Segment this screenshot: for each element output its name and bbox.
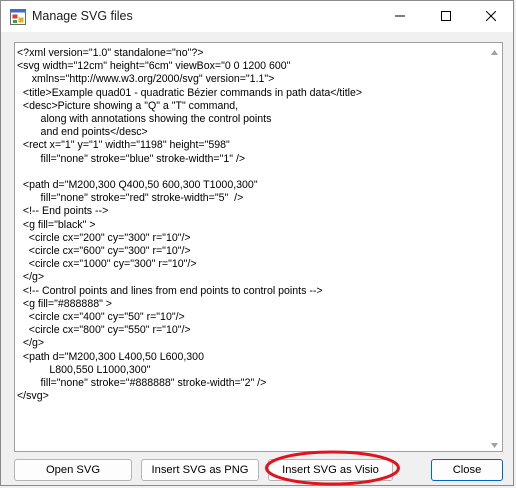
- maximize-icon: [440, 8, 451, 26]
- code-line: <!-- Control points and lines from end p…: [17, 284, 323, 297]
- code-line: <circle cx="400" cy="50" r="10"/>: [17, 311, 185, 324]
- code-line: <desc>Picture showing a "Q" a "T" comman…: [17, 99, 239, 112]
- code-line: <circle cx="200" cy="300" r="10"/>: [17, 231, 191, 244]
- code-line: <path d="M200,300 Q400,50 600,300 T1000,…: [17, 179, 258, 192]
- code-line: <circle cx="1000" cy="300" r="10"/>: [17, 258, 197, 271]
- scroll-down-arrow-icon: [491, 435, 498, 452]
- code-line: fill="none" stroke="blue" stroke-width="…: [17, 152, 246, 165]
- code-line: </g>: [17, 271, 45, 284]
- code-line: <rect x="1" y="1" width="1198" height="5…: [17, 139, 230, 152]
- close-button[interactable]: Close: [431, 459, 503, 481]
- svg-code-text[interactable]: <?xml version="1.0" standalone="no"?> <sv…: [17, 47, 487, 403]
- scroll-up-button[interactable]: [487, 43, 502, 58]
- close-window-button[interactable]: [468, 1, 513, 32]
- code-line: <?xml version="1.0" standalone="no"?>: [17, 47, 204, 59]
- code-line: <!-- End points -->: [17, 205, 109, 218]
- manage-svg-window: Manage SVG files <?xml version="1.0" sta…: [0, 0, 514, 486]
- app-icon: [10, 9, 26, 25]
- insert-svg-as-png-button[interactable]: Insert SVG as PNG: [141, 459, 259, 481]
- minimize-button[interactable]: [377, 1, 422, 32]
- scroll-down-button[interactable]: [487, 436, 502, 451]
- code-line: <circle cx="600" cy="300" r="10"/>: [17, 245, 191, 258]
- window-title: Manage SVG files: [32, 9, 133, 23]
- svg-code-editor[interactable]: <?xml version="1.0" standalone="no"?> <sv…: [14, 42, 503, 452]
- code-line: and end points</desc>: [17, 126, 148, 139]
- vertical-scrollbar[interactable]: [487, 43, 502, 451]
- maximize-button[interactable]: [423, 1, 468, 32]
- open-svg-button[interactable]: Open SVG: [14, 459, 132, 481]
- code-line: </svg>: [17, 390, 49, 403]
- code-line: <g fill="#888888" >: [17, 297, 112, 310]
- minimize-icon: [394, 8, 405, 26]
- code-line: <g fill="black" >: [17, 218, 96, 231]
- title-bar[interactable]: Manage SVG files: [1, 1, 513, 32]
- code-line: <path d="M200,300 L400,50 L600,300: [17, 350, 204, 363]
- insert-svg-as-visio-button[interactable]: Insert SVG as Visio: [268, 459, 393, 481]
- code-line: </g>: [17, 337, 45, 350]
- code-line: fill="none" stroke="#888888" stroke-widt…: [17, 377, 267, 390]
- code-line: xmlns="http://www.w3.org/2000/svg" versi…: [17, 73, 275, 86]
- code-line: along with annotations showing the contr…: [17, 113, 272, 126]
- code-line: <title>Example quad01 - quadratic Bézier…: [17, 86, 363, 99]
- code-line: fill="none" stroke="red" stroke-width="5…: [17, 192, 244, 205]
- close-icon: [485, 8, 496, 26]
- scroll-up-arrow-icon: [491, 43, 498, 60]
- code-line: L800,550 L1000,300": [17, 363, 151, 376]
- code-line: <circle cx="800" cy="550" r="10"/>: [17, 324, 191, 337]
- code-line: <svg width="12cm" height="6cm" viewBox="…: [17, 60, 291, 73]
